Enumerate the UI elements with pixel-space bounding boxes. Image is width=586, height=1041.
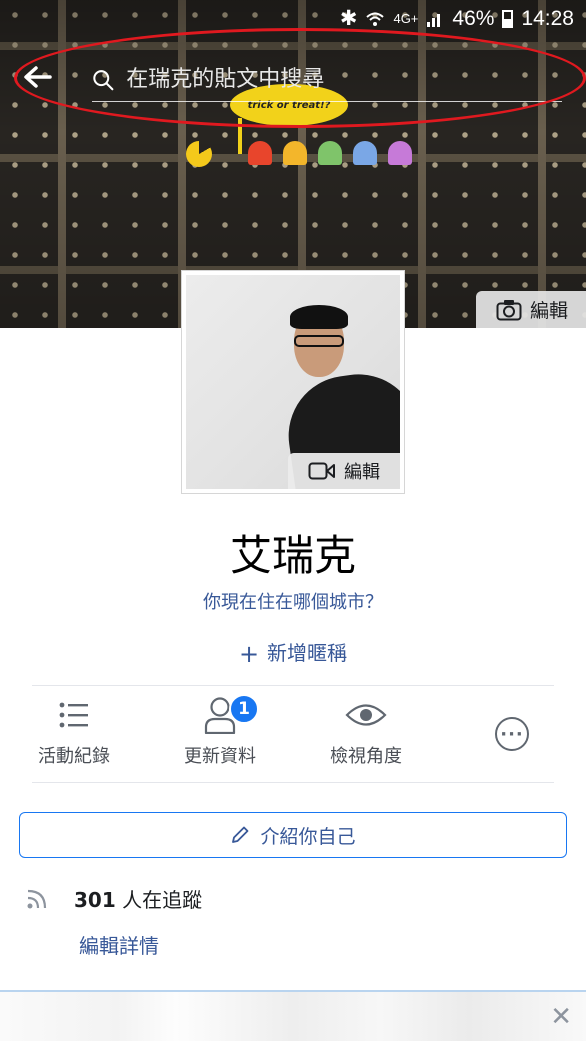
followers-suffix: 人在追蹤 (122, 888, 203, 912)
list-icon (59, 702, 88, 728)
notification-badge: 1 (229, 694, 259, 724)
glasses (294, 335, 344, 347)
bottom-banner[interactable]: ✕ (0, 990, 586, 1041)
back-arrow-icon[interactable] (22, 65, 58, 95)
search-icon (93, 69, 114, 90)
red-ghost-icon (248, 141, 272, 165)
green-ghost-icon (318, 141, 342, 165)
close-icon[interactable]: ✕ (550, 1004, 572, 1030)
more-icon: ··· (495, 717, 529, 751)
person-hair (290, 305, 348, 329)
city-prompt-link[interactable]: 你現在住在哪個城市？ (0, 588, 586, 614)
battery-icon (502, 9, 514, 28)
video-camera-icon (308, 462, 335, 480)
search-field[interactable] (92, 58, 562, 102)
orange-ghost-icon (283, 141, 307, 165)
profile-name: 艾瑞克 (229, 531, 356, 580)
search-input[interactable] (126, 67, 562, 92)
followers-text: 301 人在追蹤 (74, 884, 202, 913)
profile-actions-row: 活動紀錄 1 更新資料 檢視角度 ··· (0, 688, 586, 780)
pencil-icon (232, 826, 249, 843)
rss-feed-icon (27, 889, 47, 908)
cover-edit-button[interactable]: 編輯 (475, 291, 586, 328)
wifi-icon (366, 12, 385, 26)
profile-photo-edit-button[interactable]: 編輯 (288, 453, 400, 489)
purple-ghost-icon (388, 141, 412, 165)
signal-icon (427, 13, 441, 27)
add-nickname-label: 新增暱稱 (267, 641, 348, 665)
blue-ghost-icon (353, 141, 377, 165)
pacman-icon (186, 141, 212, 167)
divider (32, 685, 554, 686)
add-nickname-button[interactable]: + 新增暱稱 (0, 637, 586, 668)
plus-icon: + (238, 640, 260, 668)
followers-count: 301 (74, 888, 116, 912)
bluetooth-icon: ✱ (339, 7, 358, 30)
activity-log-button[interactable]: 活動紀錄 (22, 688, 126, 780)
edit-details-link[interactable]: 編輯詳情 (79, 930, 159, 959)
more-options-button[interactable]: ··· (480, 688, 544, 780)
update-info-button[interactable]: 1 更新資料 (168, 688, 272, 780)
update-info-label: 更新資料 (184, 746, 256, 767)
bubble-tail (238, 118, 242, 154)
clock: 14:28 (521, 6, 574, 30)
introduce-yourself-button[interactable]: 介紹你自己 (19, 812, 567, 858)
profile-photo-edit-label: 編輯 (344, 462, 380, 483)
introduce-yourself-label: 介紹你自己 (260, 825, 356, 848)
camera-icon (496, 299, 522, 320)
eye-icon (345, 704, 387, 726)
network-type: 4G+ (393, 11, 419, 26)
ghosts-row (248, 141, 412, 165)
profile-photo[interactable]: 編輯 (182, 271, 404, 493)
cover-edit-label: 編輯 (529, 300, 568, 322)
divider (32, 782, 554, 783)
view-as-button[interactable]: 檢視角度 (314, 688, 418, 780)
battery-percent: 46% (452, 6, 495, 30)
status-bar: ✱ 4G+ 46% 14:28 (340, 6, 574, 31)
view-as-label: 檢視角度 (330, 746, 402, 767)
activity-log-label: 活動紀錄 (38, 746, 110, 767)
followers-row: 301 人在追蹤 (26, 884, 202, 913)
search-bar (22, 58, 562, 102)
